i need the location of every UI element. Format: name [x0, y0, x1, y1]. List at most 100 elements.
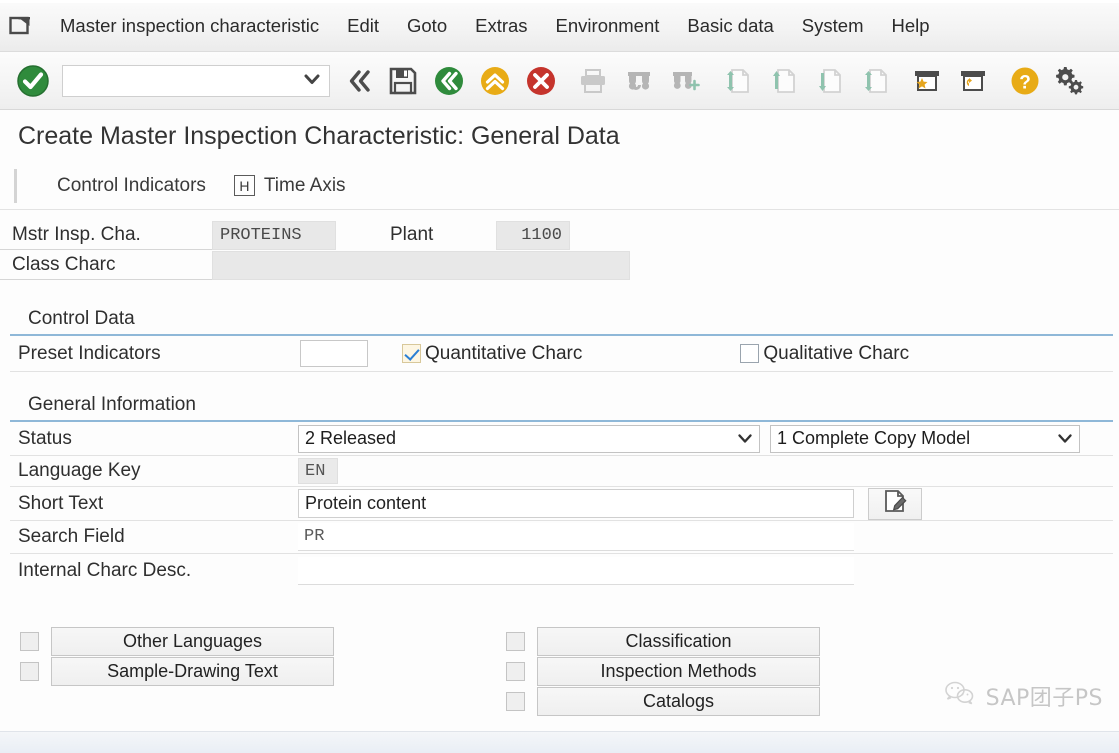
other-languages-button[interactable]: Other Languages: [51, 626, 334, 656]
inspection-methods-checkbox[interactable]: [506, 661, 525, 681]
general-information-group: General Information Status 2 Released 1 …: [0, 388, 1119, 587]
menu-environment[interactable]: Environment: [542, 11, 674, 41]
sap-gui-window: Master inspection characteristic Edit Go…: [0, 0, 1119, 753]
copy-model-select[interactable]: 1 Complete Copy Model: [770, 424, 1080, 453]
time-axis-h-icon: H: [233, 175, 255, 196]
svg-text:?: ?: [1019, 72, 1031, 93]
application-toolbar: Control Indicators H Time Axis: [0, 162, 1119, 210]
status-row: Status 2 Released 1 Complete Copy Model: [10, 422, 1113, 456]
class-charc-label: Class Charc: [0, 250, 212, 280]
window-top-edge: [0, 0, 1119, 3]
watermark-text: SAP团子PS: [985, 686, 1103, 711]
classification-label: Classification: [625, 630, 732, 651]
command-field[interactable]: [62, 64, 330, 97]
time-axis-label: Time Axis: [263, 174, 346, 196]
classification-button[interactable]: Classification: [537, 626, 820, 656]
document-pencil-icon: [882, 488, 908, 519]
inspection-methods-button[interactable]: Inspection Methods: [537, 656, 820, 686]
language-key-field[interactable]: EN: [298, 458, 338, 484]
menu-master-inspection-characteristic[interactable]: Master inspection characteristic: [46, 11, 333, 41]
create-shortcut-button[interactable]: [950, 58, 996, 104]
class-charc-field[interactable]: [212, 250, 630, 280]
menu-basic-data[interactable]: Basic data: [673, 11, 787, 41]
control-indicators-button[interactable]: Control Indicators: [43, 171, 220, 201]
cancel-button[interactable]: [518, 58, 564, 104]
find-next-button[interactable]: [662, 58, 708, 104]
quantitative-charc-checkbox[interactable]: [402, 344, 421, 363]
header-fields: Mstr Insp. Cha. PROTEINS Plant 1100 Clas…: [0, 210, 1119, 280]
exit-button[interactable]: [472, 58, 518, 104]
other-languages-checkbox[interactable]: [20, 631, 39, 651]
short-text-row: Short Text Protein content: [10, 487, 1113, 521]
catalogs-checkbox[interactable]: [506, 691, 525, 711]
system-menu-icon[interactable]: [6, 11, 36, 41]
left-action-button-group: Other Languages Sample-Drawing Text: [20, 626, 334, 686]
internal-charc-desc-row: Internal Charc Desc.: [10, 554, 1113, 587]
help-button[interactable]: ?: [1002, 58, 1048, 104]
preset-indicators-input[interactable]: [300, 340, 368, 367]
toolbar: ?: [0, 52, 1119, 110]
classification-row: Classification: [506, 626, 820, 656]
wechat-logo-icon: [943, 679, 977, 713]
sample-drawing-text-label: Sample-Drawing Text: [107, 660, 278, 681]
menu-system[interactable]: System: [788, 11, 878, 41]
print-button[interactable]: [570, 58, 616, 104]
find-button[interactable]: [616, 58, 662, 104]
first-page-button[interactable]: [714, 58, 760, 104]
control-data-group: Control Data Preset Indicators Quantitat…: [0, 302, 1119, 372]
status-bar: [0, 731, 1119, 753]
back-button[interactable]: [340, 58, 380, 104]
plant-field[interactable]: 1100: [496, 220, 570, 250]
short-text-input[interactable]: Protein content: [298, 489, 854, 518]
short-text-edit-button[interactable]: [868, 487, 922, 520]
chevron-down-icon[interactable]: [737, 428, 753, 449]
status-label: Status: [18, 427, 72, 449]
menu-help[interactable]: Help: [877, 11, 943, 41]
language-key-row: Language Key EN: [10, 456, 1113, 487]
control-data-title: Control Data: [10, 302, 1113, 336]
enter-button[interactable]: [10, 58, 56, 104]
last-page-button[interactable]: [852, 58, 898, 104]
mstr-insp-cha-label: Mstr Insp. Cha.: [0, 220, 212, 250]
menu-extras[interactable]: Extras: [461, 11, 541, 41]
catalogs-label: Catalogs: [642, 690, 715, 711]
back-green-button[interactable]: [426, 58, 472, 104]
sample-drawing-text-row: Sample-Drawing Text: [20, 656, 334, 686]
short-text-label: Short Text: [18, 492, 104, 514]
sample-drawing-text-checkbox[interactable]: [20, 661, 39, 681]
catalogs-button[interactable]: Catalogs: [537, 686, 820, 716]
status-select[interactable]: 2 Released: [298, 424, 760, 453]
next-page-button[interactable]: [806, 58, 852, 104]
menu-goto[interactable]: Goto: [393, 11, 461, 41]
create-session-button[interactable]: [904, 58, 950, 104]
search-field-input[interactable]: PR: [298, 523, 854, 551]
sample-drawing-text-button[interactable]: Sample-Drawing Text: [51, 656, 334, 686]
other-languages-row: Other Languages: [20, 626, 334, 656]
catalogs-row: Catalogs: [506, 686, 820, 716]
control-data-body: Preset Indicators Quantitative Charc Qua…: [0, 336, 1119, 372]
class-charc-row: Class Charc: [0, 250, 1119, 280]
previous-page-button[interactable]: [760, 58, 806, 104]
internal-charc-desc-input[interactable]: [298, 556, 854, 585]
gears-icon[interactable]: [1048, 58, 1094, 104]
qualitative-charc-checkbox-wrap[interactable]: Qualitative Charc: [740, 343, 909, 365]
chevron-down-icon[interactable]: [1057, 428, 1073, 449]
classification-checkbox[interactable]: [506, 631, 525, 651]
preset-indicators-row: Preset Indicators Quantitative Charc Qua…: [10, 336, 1113, 372]
time-axis-button[interactable]: H Time Axis: [220, 171, 360, 201]
general-information-body: Status 2 Released 1 Complete Copy Model: [0, 422, 1119, 587]
status-select-value: 2 Released: [305, 428, 397, 448]
search-field-label: Search Field: [18, 526, 125, 547]
mstr-insp-cha-row: Mstr Insp. Cha. PROTEINS Plant 1100: [0, 220, 1119, 250]
search-field-row: Search Field PR: [10, 521, 1113, 554]
menu-edit[interactable]: Edit: [333, 11, 393, 41]
plant-label: Plant: [390, 224, 434, 245]
command-input[interactable]: [63, 65, 329, 96]
qualitative-charc-checkbox[interactable]: [740, 344, 760, 363]
mstr-insp-cha-field[interactable]: PROTEINS: [212, 220, 336, 250]
save-button[interactable]: [380, 58, 426, 104]
preset-indicators-label: Preset Indicators: [18, 342, 161, 364]
quantitative-charc-checkbox-wrap[interactable]: Quantitative Charc: [402, 343, 582, 365]
right-action-button-group: Classification Inspection Methods Catalo…: [506, 626, 820, 716]
inspection-methods-row: Inspection Methods: [506, 656, 820, 686]
